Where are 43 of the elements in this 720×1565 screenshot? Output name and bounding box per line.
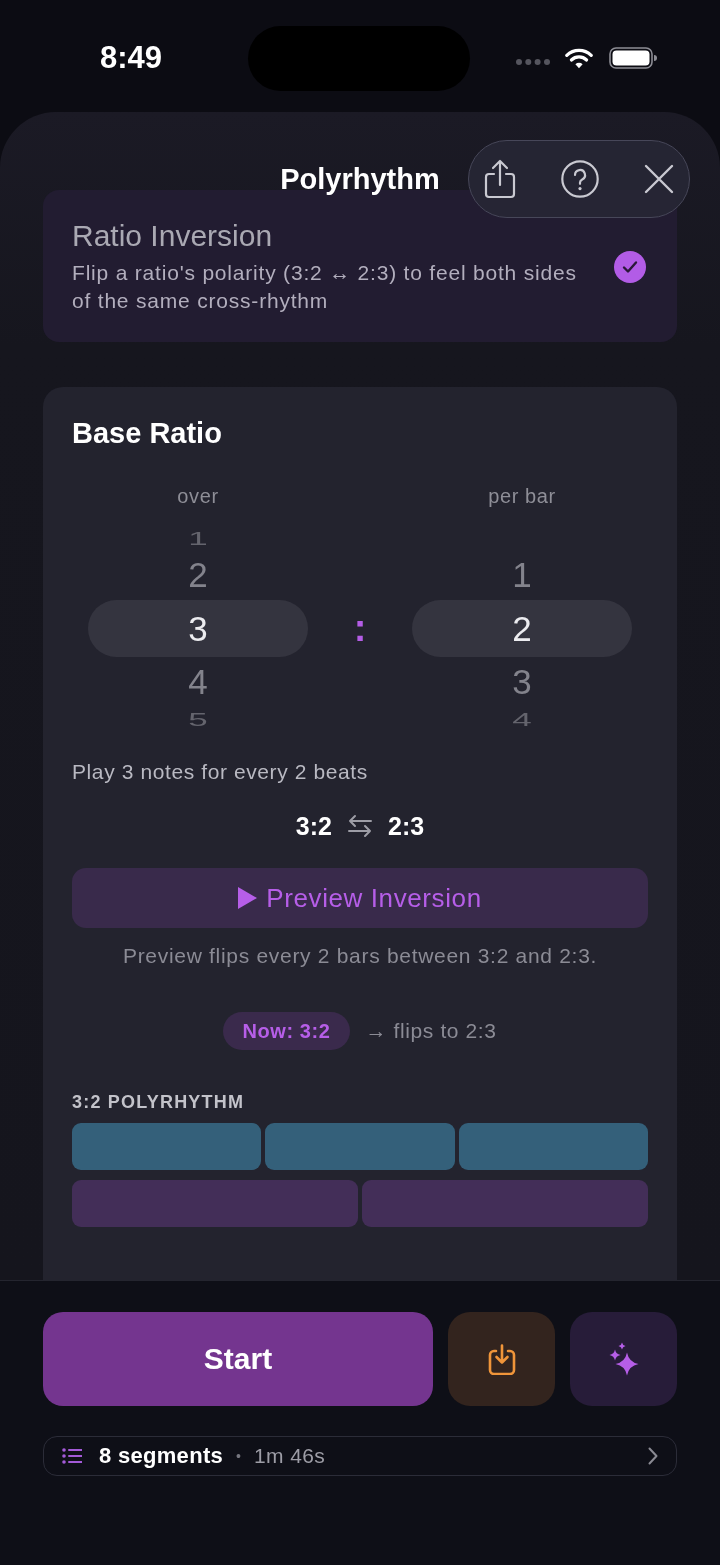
picker-option[interactable]: 2 bbox=[412, 600, 632, 657]
swap-icon bbox=[347, 814, 373, 838]
tray-download-icon bbox=[486, 1343, 517, 1375]
ratio-value: 2:3 bbox=[388, 811, 425, 841]
feature-title: Ratio Inversion bbox=[72, 219, 274, 253]
picker-option[interactable]: 4 bbox=[188, 662, 208, 702]
segment-count: 8 segments bbox=[99, 1443, 224, 1469]
share-icon bbox=[482, 159, 517, 199]
rhythm-title: 3:2 POLYRHYTHM bbox=[72, 1092, 246, 1112]
picker-option[interactable]: 1 bbox=[512, 555, 532, 595]
screen-title: Polyrhythm bbox=[280, 162, 440, 196]
feature-description: Flip a ratio's polarity (3:2 ↔ 2:3) to feel both sides of the same cross-rhythm bbox=[72, 260, 578, 314]
preview-note: Preview flips every 2 bars between 3:2 and 2:3. bbox=[121, 944, 599, 968]
picker-option[interactable]: 3 bbox=[512, 662, 532, 702]
ratio-colon: : bbox=[353, 606, 367, 651]
help-icon bbox=[560, 160, 599, 198]
close-icon bbox=[644, 164, 675, 194]
segment-duration: 1m 46s bbox=[253, 1443, 326, 1469]
picker-label: per bar bbox=[488, 484, 556, 508]
chevron-right-icon bbox=[648, 1447, 658, 1465]
card-title: Base Ratio bbox=[72, 416, 223, 450]
sparkle-icon bbox=[608, 1342, 639, 1376]
preview-button[interactable]: Preview Inversion bbox=[72, 868, 648, 928]
picker-option[interactable]: 4 bbox=[512, 712, 532, 726]
feature-checkbox[interactable] bbox=[614, 251, 646, 283]
ratio-value: 3:2 bbox=[295, 811, 332, 841]
start-button[interactable]: Start bbox=[43, 1312, 433, 1406]
wifi-icon bbox=[565, 47, 593, 69]
ratio-summary: Play 3 notes for every 2 beats bbox=[72, 760, 369, 784]
separator-dot: • bbox=[236, 1447, 241, 1466]
segments-row[interactable]: 8 segments • 1m 46s bbox=[43, 1436, 677, 1476]
next-ratio-text: → flips to 2:3 bbox=[365, 1019, 497, 1043]
import-button[interactable] bbox=[448, 1312, 555, 1406]
current-ratio-badge: Now: 3:2 bbox=[223, 1012, 350, 1050]
picker-label: over bbox=[177, 484, 219, 508]
status-time: 8:49 bbox=[100, 40, 164, 76]
signal-icon bbox=[516, 59, 550, 65]
play-icon bbox=[238, 887, 258, 909]
picker-option[interactable]: 3 bbox=[88, 600, 308, 657]
picker-option[interactable]: 2 bbox=[188, 555, 208, 595]
list-icon bbox=[62, 1448, 82, 1464]
battery-icon bbox=[609, 47, 657, 69]
picker-option[interactable]: 1 bbox=[188, 531, 208, 545]
